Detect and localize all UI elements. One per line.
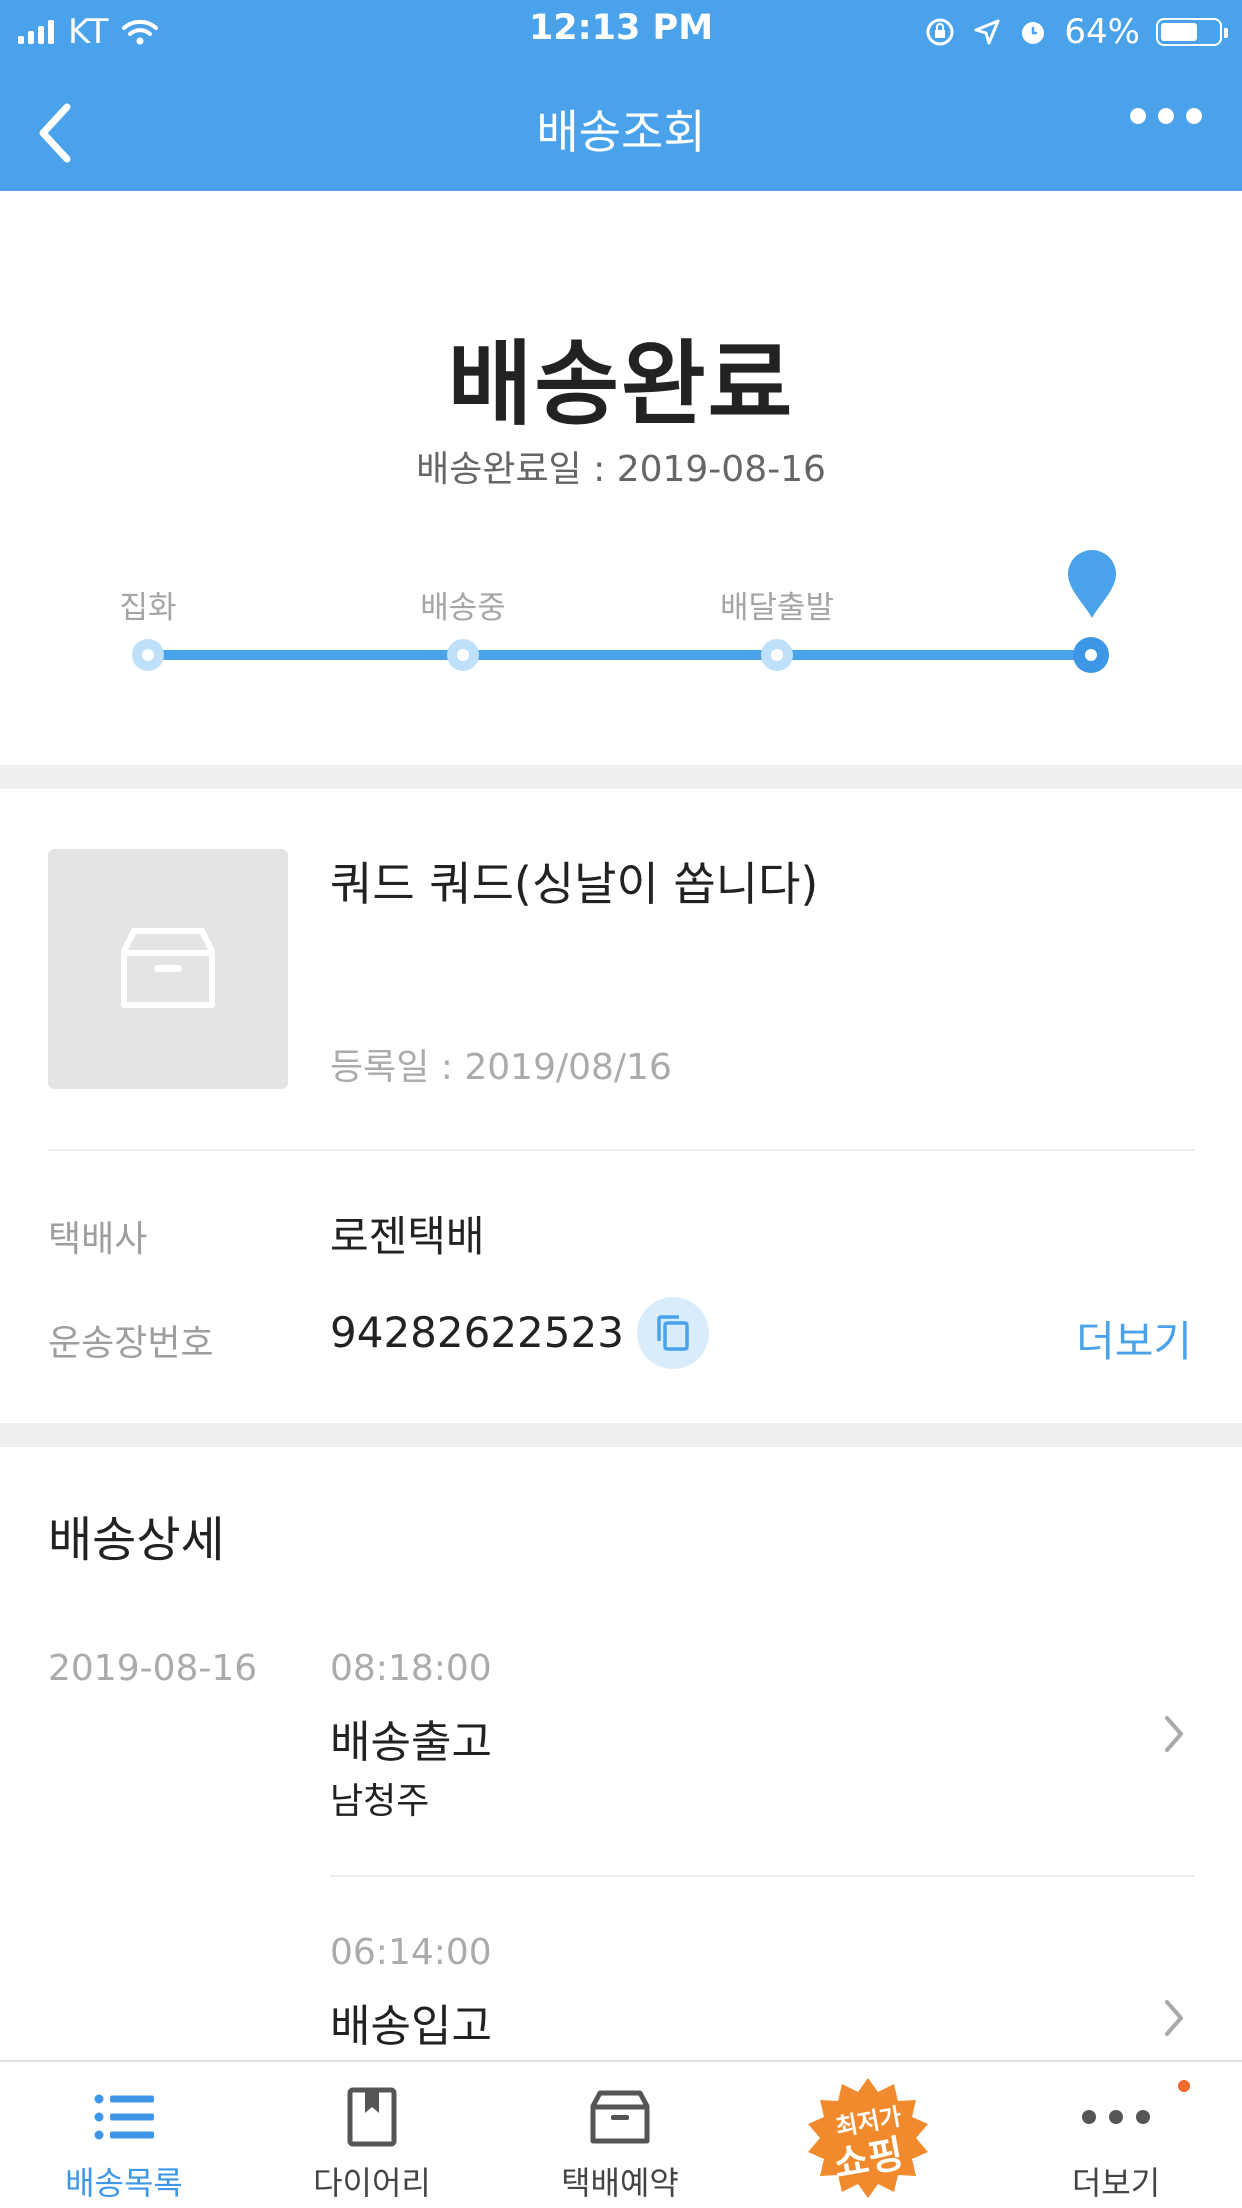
event-date: 2019-08-16 <box>48 1648 258 1689</box>
event-status: 배송입고 <box>330 2001 492 2052</box>
header-bar: KT 12:13 PM 64% 배송조회 <box>0 0 1242 191</box>
tab-diary[interactable]: 다이어리 <box>248 2062 496 2208</box>
bottom-tab-bar: 배송목록 다이어리 택배예약 최저가 쇼핑 더보기 <box>0 2060 1242 2208</box>
status-bar: KT 12:13 PM 64% <box>0 0 1242 62</box>
copy-icon <box>657 1315 689 1351</box>
section-divider <box>0 1423 1242 1447</box>
step-label-pickup: 집화 <box>119 590 177 626</box>
tab-more[interactable]: 더보기 <box>992 2062 1242 2208</box>
box-icon <box>121 928 215 1008</box>
event-status: 배송출고 <box>330 1717 492 1768</box>
courier-value: 로젠택배 <box>330 1212 485 1261</box>
tab-label: 택배예약 <box>561 2164 679 2202</box>
tab-label: 배송목록 <box>65 2164 183 2202</box>
package-registered-date: 등록일 : 2019/08/16 <box>330 1047 672 1088</box>
rotation-lock-icon <box>926 18 954 46</box>
battery-percent: 64% <box>1064 12 1140 52</box>
page-title: 배송조회 <box>536 105 706 159</box>
package-name: 쿼드 쿼드(싱날이 쏩니다) <box>330 857 819 911</box>
copy-tracking-button[interactable] <box>637 1297 709 1369</box>
chevron-right-icon <box>1154 1998 1194 2038</box>
location-arrow-icon <box>974 19 1000 45</box>
status-right: 64% <box>924 10 1228 54</box>
tab-label: 더보기 <box>1071 2164 1161 2202</box>
progress-dot-out-for-delivery <box>761 639 793 671</box>
tracking-number-label: 운송장번호 <box>48 1323 214 1364</box>
delivery-detail-title: 배송상세 <box>48 1512 225 1568</box>
progress-dot-delivered <box>1073 637 1109 673</box>
divider <box>330 1875 1194 1877</box>
tab-courier-reservation[interactable]: 택배예약 <box>496 2062 744 2208</box>
more-info-link[interactable]: 더보기 <box>1076 1308 1192 1369</box>
tab-delivery-list[interactable]: 배송목록 <box>0 2062 248 2208</box>
delivery-status-title: 배송완료 <box>447 331 795 438</box>
delivery-progress: 집화 배송중 배달출발 <box>0 540 1242 700</box>
progress-dot-in-transit <box>447 639 479 671</box>
alarm-icon <box>1022 22 1045 44</box>
event-time: 08:18:00 <box>330 1648 492 1689</box>
chevron-right-icon <box>1154 1714 1194 1754</box>
delivery-complete-date: 배송완료일 : 2019-08-16 <box>416 449 826 490</box>
progress-dot-pickup <box>132 639 164 671</box>
list-icon <box>0 2082 248 2152</box>
more-dots-icon <box>992 2082 1240 2152</box>
shopping-badge-icon: 최저가 쇼핑 <box>806 2076 930 2200</box>
divider <box>48 1149 1194 1151</box>
battery-icon <box>1156 18 1228 46</box>
section-divider <box>0 765 1242 789</box>
tab-lowest-price-shopping[interactable]: 최저가 쇼핑 <box>744 2062 992 2208</box>
box-icon <box>496 2082 744 2152</box>
location-pin-icon <box>1068 550 1116 618</box>
step-label-in-transit: 배송중 <box>420 590 506 626</box>
tab-label: 다이어리 <box>313 2164 431 2202</box>
event-location: 남청주 <box>330 1781 430 1822</box>
progress-track <box>148 650 1091 660</box>
tracking-number-value: 94282622523 <box>330 1308 624 1357</box>
event-time: 06:14:00 <box>330 1932 492 1973</box>
courier-label: 택배사 <box>48 1219 148 1260</box>
step-label-out-for-delivery: 배달출발 <box>719 590 835 626</box>
book-icon <box>248 2082 496 2152</box>
package-thumbnail <box>48 849 288 1089</box>
more-options-icon[interactable] <box>1130 108 1202 124</box>
